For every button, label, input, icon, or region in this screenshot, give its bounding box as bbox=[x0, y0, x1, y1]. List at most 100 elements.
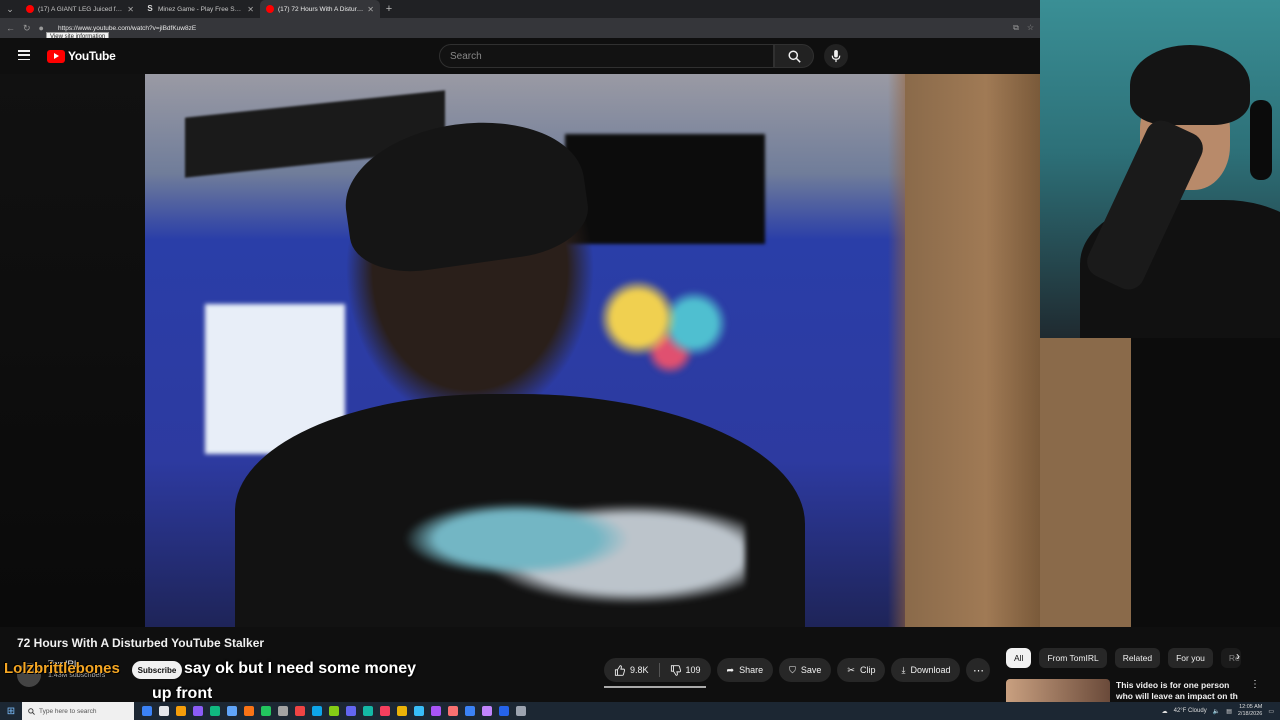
video-actions: 9.8K 109 ➦ Share ⛉ Save ✂ Clip ⤓ Downloa… bbox=[604, 658, 991, 682]
recommended-thumbnail[interactable] bbox=[1006, 679, 1110, 702]
taskbar-app-icon[interactable] bbox=[346, 706, 356, 716]
video-player[interactable] bbox=[0, 74, 1040, 627]
network-icon[interactable]: ▤ bbox=[1226, 708, 1232, 715]
volume-icon[interactable]: 🔈 bbox=[1213, 708, 1220, 715]
thumbs-down-icon bbox=[670, 664, 681, 676]
video-frame[interactable] bbox=[145, 74, 1040, 627]
taskbar-app-icon[interactable] bbox=[516, 706, 526, 716]
save-button[interactable]: ⛉ Save bbox=[779, 658, 832, 682]
chip-related[interactable]: Related bbox=[1114, 648, 1161, 668]
taskbar-app-icon[interactable] bbox=[431, 706, 441, 716]
scissors-icon: ✂ bbox=[847, 664, 855, 675]
youtube-favicon-icon bbox=[266, 5, 274, 13]
bookmark-star-icon[interactable]: ☆ bbox=[1027, 23, 1034, 33]
download-label: Download bbox=[910, 665, 951, 675]
chip-for-you[interactable]: For you bbox=[1168, 648, 1213, 668]
taskbar-app-icon[interactable] bbox=[295, 706, 305, 716]
taskbar-search-input[interactable]: Type here to search bbox=[22, 702, 134, 720]
menu-icon[interactable] bbox=[18, 50, 30, 60]
taskbar-app-icon[interactable] bbox=[210, 706, 220, 716]
save-label: Save bbox=[800, 665, 822, 675]
dislike-button[interactable]: 109 bbox=[660, 658, 711, 682]
dislike-count: 109 bbox=[685, 665, 701, 675]
bookmark-icon: ⛉ bbox=[789, 664, 796, 675]
taskbar-app-icon[interactable] bbox=[176, 706, 186, 716]
frame-wall-art bbox=[590, 274, 750, 384]
youtube-wordmark: YouTube bbox=[68, 49, 116, 63]
taskbar-pinned-apps bbox=[142, 706, 526, 716]
taskbar-app-icon[interactable] bbox=[244, 706, 254, 716]
back-icon[interactable]: ← bbox=[6, 23, 15, 33]
share-button[interactable]: ➦ Share bbox=[716, 658, 774, 682]
site-info-icon[interactable]: ● bbox=[39, 23, 44, 33]
tab-label: (17) 72 Hours With A Disturbed Yo bbox=[278, 5, 363, 13]
taskbar-app-icon[interactable] bbox=[142, 706, 152, 716]
site-favicon-icon: S bbox=[147, 4, 153, 13]
search-icon bbox=[28, 707, 35, 715]
youtube-logo[interactable]: YouTube bbox=[47, 49, 116, 63]
taskbar-app-icon[interactable] bbox=[312, 706, 322, 716]
download-button[interactable]: ⤓ Download bbox=[891, 658, 961, 682]
system-tray: ☁ 42°F Cloudy 🔈 ▤ 12:05 AM 2/18/2026 ▭ bbox=[1162, 704, 1280, 718]
chip-from-channel[interactable]: From TomIRL bbox=[1039, 648, 1107, 668]
recommendation-chips: All From TomIRL Related For you Re bbox=[1006, 648, 1241, 668]
taskbar-app-icon[interactable] bbox=[380, 706, 390, 716]
close-tab-icon[interactable]: ✕ bbox=[367, 5, 374, 14]
chevron-right-icon[interactable]: › bbox=[1236, 649, 1240, 663]
taskbar-clock[interactable]: 12:05 AM 2/18/2026 bbox=[1238, 704, 1262, 718]
browser-tab-1[interactable]: (17) A GIANT LEG Juiced from the ✕ bbox=[20, 0, 140, 18]
new-tab-button[interactable]: + bbox=[380, 0, 398, 18]
youtube-masthead: YouTube Search bbox=[0, 38, 1040, 74]
right-background bbox=[1040, 338, 1280, 627]
clip-button[interactable]: ✂ Clip bbox=[837, 658, 886, 682]
reload-icon[interactable]: ↻ bbox=[23, 23, 31, 34]
share-icon: ➦ bbox=[726, 664, 735, 675]
taskbar-app-icon[interactable] bbox=[465, 706, 475, 716]
taskbar-app-icon[interactable] bbox=[159, 706, 169, 716]
notifications-icon[interactable]: ▭ bbox=[1268, 708, 1274, 715]
address-bar: ← ↻ ● https://www.youtube.com/watch?v=jl… bbox=[0, 18, 1040, 38]
more-actions-icon[interactable]: ⋯ bbox=[966, 658, 991, 682]
voice-search-button[interactable] bbox=[824, 44, 848, 68]
share-label: Share bbox=[739, 665, 764, 675]
tab-search-icon[interactable]: ⌄ bbox=[0, 0, 20, 18]
taskbar-app-icon[interactable] bbox=[227, 706, 237, 716]
tab-label: (17) A GIANT LEG Juiced from the bbox=[38, 5, 123, 13]
subscribe-button[interactable]: Subscribe bbox=[132, 661, 182, 679]
search-icon bbox=[787, 49, 801, 63]
taskbar-app-icon[interactable] bbox=[414, 706, 424, 716]
taskbar-app-icon[interactable] bbox=[329, 706, 339, 716]
clock-time: 12:05 AM bbox=[1239, 704, 1263, 710]
tab-label: Minez Game - Play Free Social Ca bbox=[158, 5, 243, 13]
browser-tab-2[interactable]: S Minez Game - Play Free Social Ca ✕ bbox=[140, 0, 260, 18]
frame-door bbox=[905, 74, 1040, 627]
browser-tab-3[interactable]: (17) 72 Hours With A Disturbed Yo ✕ bbox=[260, 0, 380, 18]
close-tab-icon[interactable]: ✕ bbox=[127, 5, 134, 14]
like-ratio-bar bbox=[604, 686, 706, 688]
more-vert-icon[interactable]: ⋮ bbox=[1250, 679, 1260, 690]
weather-icon[interactable]: ☁ bbox=[1162, 708, 1168, 715]
video-title: 72 Hours With A Disturbed YouTube Stalke… bbox=[17, 636, 265, 650]
search-input[interactable]: Search bbox=[439, 44, 774, 68]
taskbar-app-icon[interactable] bbox=[278, 706, 288, 716]
like-count: 9.8K bbox=[630, 665, 649, 675]
weather-text[interactable]: 42°F Cloudy bbox=[1174, 708, 1207, 714]
taskbar-app-icon[interactable] bbox=[482, 706, 492, 716]
windows-start-icon[interactable]: ⊞ bbox=[0, 706, 22, 717]
close-tab-icon[interactable]: ✕ bbox=[247, 5, 254, 14]
taskbar-app-icon[interactable] bbox=[448, 706, 458, 716]
microphone-icon bbox=[831, 49, 841, 62]
recommended-title[interactable]: This video is for one person who will le… bbox=[1116, 680, 1246, 702]
taskbar-app-icon[interactable] bbox=[363, 706, 373, 716]
windows-taskbar: ⊞ Type here to search ☁ 42°F Cloudy 🔈 ▤ … bbox=[0, 702, 1280, 720]
taskbar-app-icon[interactable] bbox=[193, 706, 203, 716]
taskbar-app-icon[interactable] bbox=[261, 706, 271, 716]
search-button[interactable] bbox=[774, 44, 814, 68]
url-field[interactable]: https://www.youtube.com/watch?v=jlBdfKuw… bbox=[58, 25, 196, 32]
chip-all[interactable]: All bbox=[1006, 648, 1032, 668]
taskbar-app-icon[interactable] bbox=[397, 706, 407, 716]
install-icon[interactable]: ⧉ bbox=[1013, 23, 1019, 33]
taskbar-search-placeholder: Type here to search bbox=[39, 707, 97, 715]
like-button[interactable]: 9.8K bbox=[604, 658, 659, 682]
taskbar-app-icon[interactable] bbox=[499, 706, 509, 716]
